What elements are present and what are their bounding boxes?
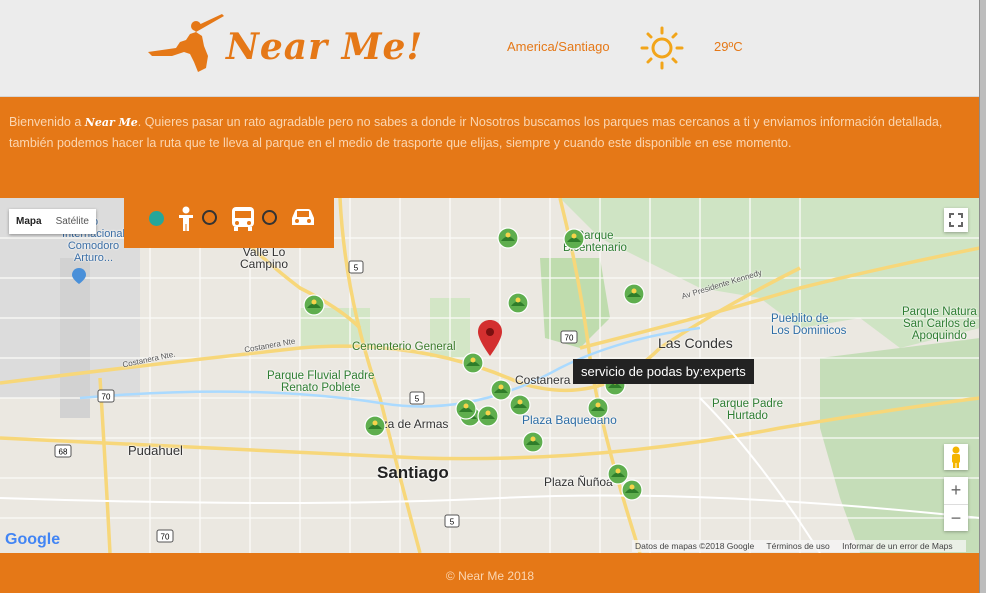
- car-icon: [292, 209, 314, 225]
- pegman-icon: [952, 446, 960, 468]
- route-shield-icon: 70: [156, 529, 174, 543]
- route-70b-label: 70: [102, 393, 111, 402]
- map-type-satellite-button[interactable]: Satélite: [49, 209, 96, 234]
- route-shield-icon: 68: [54, 444, 72, 458]
- report-error-link[interactable]: Informar de un error de Maps: [842, 541, 953, 551]
- intro-prefix: Bienvenido a: [9, 115, 85, 129]
- route-5b-label: 5: [415, 395, 420, 404]
- route-5a-label: 5: [354, 264, 359, 273]
- map-type-control: Mapa Satélite: [9, 209, 96, 234]
- map-canvas[interactable]: to Internacional Comodoro Arturo... Vall…: [0, 198, 980, 553]
- label-parque-renato-poblete: Parque Fluvial Padre Renato Poblete: [267, 370, 375, 394]
- window-right-border: [979, 0, 986, 593]
- logo-text: Near Me!: [226, 26, 424, 68]
- hiker-logo-icon: [148, 14, 224, 72]
- street-view-button[interactable]: [944, 444, 968, 470]
- route-shield-icon: 5: [348, 260, 364, 274]
- marker-tooltip: servicio de podas by:experts: [573, 359, 754, 384]
- site-header: Near Me! America/Santiago 29ºC: [0, 0, 980, 97]
- route-70a-label: 70: [565, 334, 574, 343]
- label-parque-natural: Parque Natura San Carlos de Apoquindo: [902, 306, 977, 342]
- park-marker-icon[interactable]: [623, 283, 645, 305]
- fullscreen-icon: [949, 213, 963, 227]
- route-shield-icon: 70: [560, 330, 578, 344]
- sun-icon: [640, 26, 684, 70]
- google-logo-text: Google: [5, 531, 61, 548]
- fullscreen-button[interactable]: [944, 208, 968, 232]
- radio-car[interactable]: [262, 210, 277, 225]
- park-marker-icon[interactable]: [507, 292, 529, 314]
- park-marker-icon[interactable]: [455, 398, 477, 420]
- label-parque-padre-hurtado: Parque Padre Hurtado: [712, 398, 783, 422]
- label-plaza-nunoa: Plaza Ñuñoa: [544, 475, 613, 489]
- google-logo[interactable]: Google: [5, 531, 60, 549]
- label-pueblito-los-dominicos: Pueblito de Los Dominicos: [771, 313, 847, 337]
- park-marker-icon[interactable]: [522, 431, 544, 453]
- label-santiago: Santiago: [377, 463, 449, 482]
- route-shield-icon: 5: [409, 391, 425, 405]
- current-location-pin-icon[interactable]: [478, 320, 502, 356]
- near-me-logo[interactable]: Near Me!: [146, 12, 446, 76]
- label-cementerio-general: Cementerio General: [352, 341, 456, 353]
- label-plaza-de-armas: aza de Armas: [375, 417, 449, 431]
- map-type-map-button[interactable]: Mapa: [9, 209, 49, 234]
- intro-body: . Quieres pasar un rato agradable pero n…: [9, 115, 943, 150]
- radio-bus[interactable]: [202, 210, 217, 225]
- park-marker-icon[interactable]: [563, 228, 585, 250]
- park-marker-icon[interactable]: [587, 397, 609, 419]
- route-5c-label: 5: [450, 518, 455, 527]
- map-attribution: Datos de mapas ©2018 Google Términos de …: [632, 540, 966, 552]
- route-68-label: 68: [59, 448, 68, 457]
- route-shield-icon: 5: [444, 514, 460, 528]
- site-footer: © Near Me 2018: [0, 553, 980, 593]
- terms-link[interactable]: Términos de uso: [766, 541, 829, 551]
- park-marker-icon[interactable]: [477, 405, 499, 427]
- park-marker-icon[interactable]: [621, 479, 643, 501]
- transport-mode-selector: [124, 198, 334, 248]
- airport-icon: [72, 268, 86, 284]
- park-marker-icon[interactable]: [303, 294, 325, 316]
- temperature-label: 29ºC: [714, 39, 743, 54]
- radio-walk[interactable]: [149, 211, 164, 226]
- park-marker-icon[interactable]: [497, 227, 519, 249]
- label-las-condes: Las Condes: [658, 335, 733, 351]
- park-marker-icon[interactable]: [364, 415, 386, 437]
- intro-banner: Bienvenido a Near Me. Quieres pasar un r…: [0, 97, 980, 198]
- zoom-in-button[interactable]: +: [944, 477, 968, 505]
- footer-copyright: © Near Me 2018: [445, 569, 535, 583]
- route-70c-label: 70: [161, 533, 170, 542]
- route-shield-icon: 70: [97, 389, 115, 403]
- map-data-credit: Datos de mapas ©2018 Google: [635, 541, 755, 551]
- label-pudahuel: Pudahuel: [128, 443, 183, 458]
- label-valle-lo-campino: Valle Lo Campino: [240, 245, 289, 271]
- map-base-layer: [0, 198, 980, 553]
- walking-person-icon: [179, 206, 193, 231]
- label-costanera: Costanera: [515, 373, 571, 387]
- intro-text: Bienvenido a Near Me. Quieres pasar un r…: [9, 112, 969, 154]
- bus-icon: [232, 207, 254, 231]
- intro-brand: Near Me: [84, 116, 138, 129]
- zoom-control: + −: [944, 477, 968, 531]
- app-window: Near Me! America/Santiago 29ºC Bienvenid…: [0, 0, 980, 593]
- zoom-out-button[interactable]: −: [944, 505, 968, 532]
- timezone-label: America/Santiago: [507, 39, 610, 54]
- park-marker-icon[interactable]: [509, 394, 531, 416]
